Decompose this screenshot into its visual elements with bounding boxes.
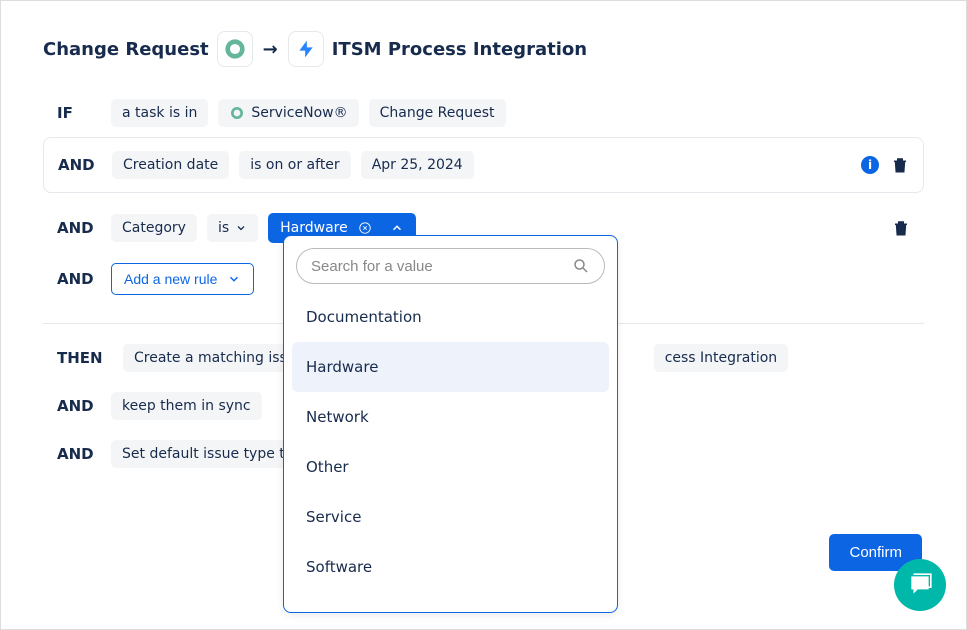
chevron-down-icon (227, 272, 241, 286)
keyword-and: AND (57, 219, 101, 237)
chat-icon (907, 572, 933, 598)
keyword-and: AND (58, 156, 102, 174)
search-input[interactable] (311, 258, 564, 275)
add-rule-button[interactable]: Add a new rule (111, 263, 254, 295)
chip-action[interactable]: Set default issue type to (111, 440, 304, 468)
keyword-if: IF (57, 104, 101, 122)
source-app-icon (217, 31, 253, 67)
chat-widget[interactable] (894, 559, 946, 611)
dropdown-option[interactable]: Software (288, 542, 613, 592)
chip-action[interactable]: keep them in sync (111, 392, 262, 420)
chip-value[interactable]: Apr 25, 2024 (361, 151, 474, 179)
target-label: ITSM Process Integration (332, 39, 587, 60)
chip-operator[interactable]: is on or after (239, 151, 350, 179)
chip-app[interactable]: ServiceNow® (218, 99, 358, 127)
chevron-down-icon (235, 222, 247, 234)
chip-object[interactable]: Change Request (369, 99, 506, 127)
keyword-and: AND (57, 445, 101, 463)
trash-icon[interactable] (892, 219, 910, 237)
source-label: Change Request (43, 39, 209, 60)
arrow-right-icon: → (261, 39, 280, 60)
trash-icon[interactable] (891, 156, 909, 174)
chip-operator[interactable]: is (207, 214, 258, 242)
dropdown-option[interactable]: Network (288, 392, 613, 442)
keyword-then: THEN (57, 349, 113, 367)
dropdown-search[interactable] (296, 248, 605, 284)
keyword-and: AND (57, 397, 101, 415)
rule-row-creation-date[interactable]: AND Creation date is on or after Apr 25,… (43, 137, 924, 193)
keyword-and: AND (57, 270, 101, 288)
dropdown-option[interactable]: Documentation (288, 292, 613, 342)
dropdown-option[interactable]: Other (288, 442, 613, 492)
dropdown-option[interactable]: Service (288, 492, 613, 542)
servicenow-icon (229, 105, 245, 121)
info-icon[interactable]: i (861, 156, 879, 174)
dropdown-option-selected[interactable]: Hardware (292, 342, 609, 392)
rule-header: Change Request → ITSM Process Integratio… (43, 31, 924, 67)
chip-action-tail[interactable]: cess Integration (654, 344, 789, 372)
rule-row-if: IF a task is in ServiceNow® Change Reque… (43, 89, 924, 137)
chip-field[interactable]: Category (111, 214, 197, 242)
clear-icon[interactable] (358, 221, 372, 235)
chip-field[interactable]: Creation date (112, 151, 229, 179)
search-icon (572, 257, 590, 275)
chip-condition[interactable]: a task is in (111, 99, 208, 127)
value-dropdown: Documentation Hardware Network Other Ser… (283, 235, 618, 613)
target-app-icon (288, 31, 324, 67)
chevron-up-icon (390, 221, 404, 235)
